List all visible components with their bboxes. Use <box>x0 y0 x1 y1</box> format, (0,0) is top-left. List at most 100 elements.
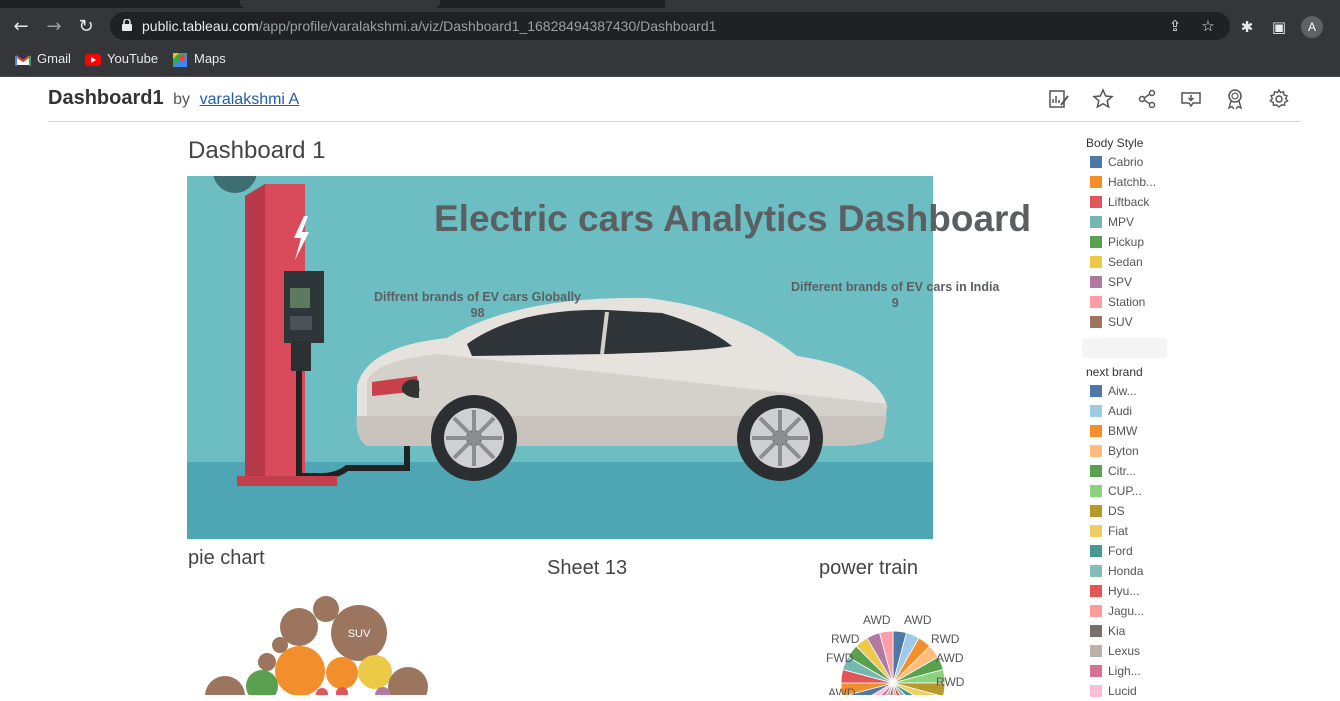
bubble[interactable] <box>388 667 428 695</box>
legend-swatch <box>1090 645 1102 657</box>
bookmark-star-icon[interactable]: ☆ <box>1199 17 1217 35</box>
legend-body-style-title: Body Style <box>1086 136 1144 150</box>
legend-label: Ford <box>1108 544 1133 558</box>
legend-item[interactable]: Kia <box>1090 621 1172 641</box>
legend-item[interactable]: MPV <box>1090 212 1172 232</box>
settings-gear-icon[interactable] <box>1268 88 1290 110</box>
profile-avatar[interactable]: A <box>1301 16 1323 38</box>
legend-label: Station <box>1108 295 1146 309</box>
packed-bubble-chart[interactable]: SUV <box>187 590 447 695</box>
legend-item[interactable]: Ford <box>1090 541 1172 561</box>
viz-header: Dashboard1 by varalakshmi A <box>48 87 299 110</box>
favorite-star-icon[interactable] <box>1092 88 1114 110</box>
url-text[interactable]: public.tableau.com/app/profile/varalaksh… <box>142 18 716 34</box>
legend-item[interactable]: Fiat <box>1090 521 1172 541</box>
bookmark-youtube[interactable]: YouTube <box>85 51 158 69</box>
legend-label: Lexus <box>1108 644 1141 658</box>
legend-label: Kia <box>1108 624 1126 638</box>
legend-item[interactable]: Sedan <box>1090 252 1172 272</box>
legend-item[interactable]: Jagu... <box>1090 601 1172 621</box>
pie-label: AWD <box>828 686 856 695</box>
pie-label: AWD <box>904 613 932 627</box>
power-train-pie-chart[interactable]: AWD AWD RWD RWD FWD AWD RWD AWD <box>815 605 970 695</box>
legend-brand-title: next brand <box>1086 365 1143 379</box>
bookmark-gmail[interactable]: Gmail <box>15 51 71 69</box>
legend-item[interactable]: Ligh... <box>1090 661 1172 681</box>
legend-swatch <box>1090 256 1102 268</box>
bubble[interactable] <box>205 676 245 695</box>
bubble[interactable] <box>326 657 358 689</box>
share-page-icon[interactable]: ⇪ <box>1166 17 1184 35</box>
bubble[interactable] <box>258 653 276 671</box>
forward-icon[interactable]: → <box>43 16 65 38</box>
kpi-india[interactable]: Different brands of EV cars in India 9 <box>791 279 999 311</box>
legend-item[interactable]: SUV <box>1090 312 1172 332</box>
back-icon[interactable]: ← <box>10 16 32 38</box>
legend-item[interactable]: Honda <box>1090 561 1172 581</box>
pie-label: RWD <box>831 632 860 646</box>
reload-icon[interactable]: ↻ <box>75 16 97 38</box>
legend-item[interactable]: Lucid <box>1090 681 1172 701</box>
legend-swatch <box>1090 196 1102 208</box>
download-icon[interactable] <box>1180 88 1202 110</box>
legend-item[interactable]: Byton <box>1090 441 1172 461</box>
legend-swatch <box>1090 665 1102 677</box>
sheet-title-sheet13: Sheet 13 <box>547 557 628 579</box>
bubble[interactable] <box>275 646 325 695</box>
legend-label: SUV <box>1108 315 1133 329</box>
legend-brand: next brand Aiw... Audi BMW Byton Citr... CUP.… <box>1082 363 1172 701</box>
tab-strip <box>0 0 1340 8</box>
author-link[interactable]: varalakshmi A <box>200 91 300 108</box>
legend-swatch <box>1090 605 1102 617</box>
pie-label: RWD <box>936 675 965 689</box>
edit-viz-icon[interactable] <box>1048 88 1070 110</box>
legend-label: Cabrio <box>1108 155 1144 169</box>
bubble[interactable] <box>358 655 392 689</box>
legend-item[interactable]: Citr... <box>1090 461 1172 481</box>
share-icon[interactable] <box>1136 88 1158 110</box>
lock-icon <box>122 19 132 31</box>
legend-swatch <box>1090 425 1102 437</box>
legend-item[interactable]: Lexus <box>1090 641 1172 661</box>
legend-label: Jagu... <box>1108 604 1145 618</box>
legend-label: Pickup <box>1108 235 1145 249</box>
legend-item[interactable]: Hyu... <box>1090 581 1172 601</box>
legend-item[interactable]: Audi <box>1090 401 1172 421</box>
legend-swatch <box>1090 176 1102 188</box>
legend-item[interactable]: Station <box>1090 292 1172 312</box>
bookmarks-bar: Gmail YouTube Maps <box>0 45 1340 77</box>
legend-item[interactable]: CUP... <box>1090 481 1172 501</box>
kpi-global[interactable]: Diffrent brands of EV cars Globally 98 <box>374 289 581 321</box>
legend-item[interactable]: SPV <box>1090 272 1172 292</box>
legend-swatch <box>1090 685 1102 697</box>
legend-label: Byton <box>1108 444 1139 458</box>
legend-item[interactable]: Pickup <box>1090 232 1172 252</box>
legend-label: MPV <box>1108 215 1135 229</box>
legend-swatch <box>1090 545 1102 557</box>
legend-label: Aiw... <box>1108 384 1137 398</box>
extensions-icon[interactable]: ✱ <box>1236 16 1258 38</box>
side-panel-icon[interactable]: ▣ <box>1268 16 1290 38</box>
legend-item[interactable]: Aiw... <box>1090 381 1172 401</box>
kpi-global-value: 98 <box>470 306 485 320</box>
legend-item[interactable]: DS <box>1090 501 1172 521</box>
bubble-label-suv: SUV <box>348 628 371 640</box>
bubble[interactable] <box>313 596 339 622</box>
bookmark-maps[interactable]: Maps <box>172 51 226 69</box>
address-bar[interactable]: public.tableau.com/app/profile/varalaksh… <box>110 12 1230 40</box>
legend-item[interactable]: Liftback <box>1090 192 1172 212</box>
legend-swatch <box>1090 156 1102 168</box>
main-title: Electric cars Analytics Dashboard <box>434 198 1032 239</box>
gmail-icon <box>15 54 31 66</box>
legend-swatch <box>1090 525 1102 537</box>
legend-item[interactable]: Cabrio <box>1090 152 1172 172</box>
legend-body-style: Body Style Cabrio Hatchb... Liftback MPV Pic… <box>1082 134 1172 332</box>
legend-item[interactable]: Hatchb... <box>1090 172 1172 192</box>
viz-of-the-day-icon[interactable] <box>1224 88 1246 110</box>
legend-label: Citr... <box>1108 464 1137 478</box>
legend-item[interactable]: BMW <box>1090 421 1172 441</box>
bubble[interactable] <box>246 670 278 695</box>
kpi-india-value: 9 <box>891 296 899 310</box>
sheet-title-pie-chart: pie chart <box>188 547 265 569</box>
bubble[interactable] <box>316 688 328 695</box>
